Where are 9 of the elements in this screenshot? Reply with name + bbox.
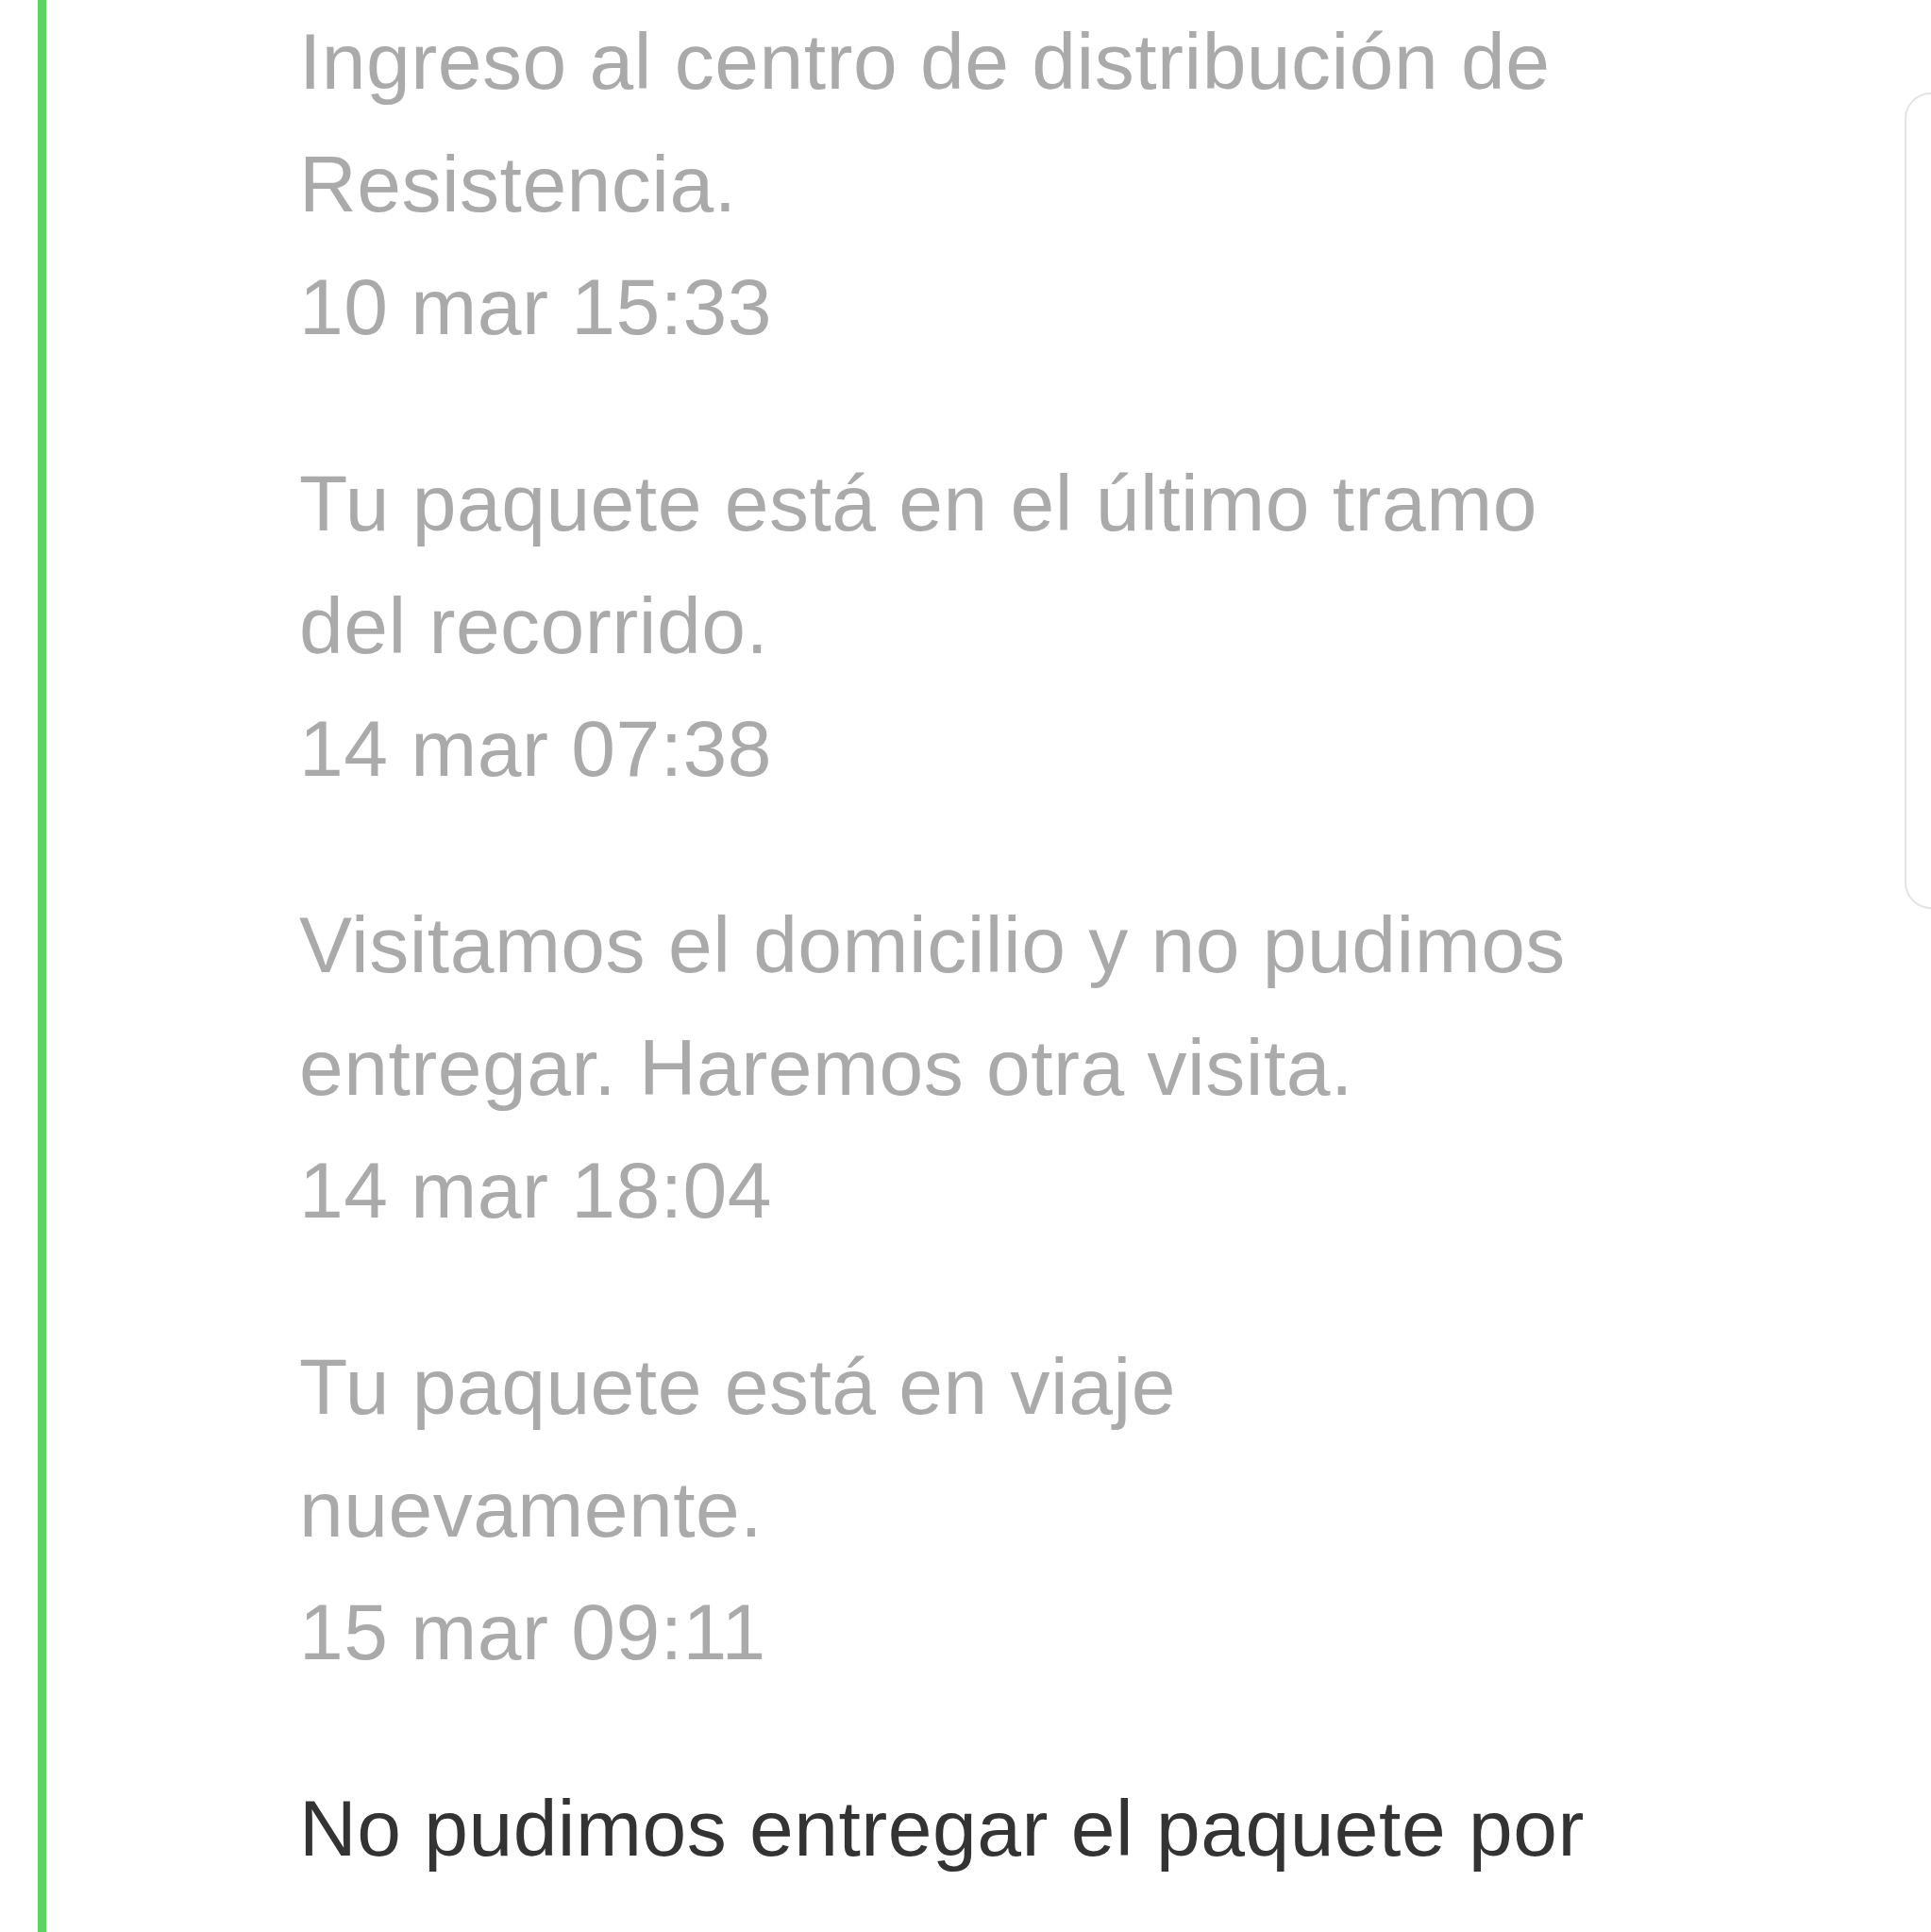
event-description: Visitamos el domicilio y no pudimos entregar. Haremos otra visita. (299, 899, 1567, 1114)
event-time: 14 mar 18:04 (299, 1145, 773, 1236)
event-time: 10 mar 15:33 (299, 261, 773, 353)
event-time: 14 mar 07:38 (299, 703, 773, 795)
event-description: No pudimos entregar el paquete por (299, 1783, 1586, 1874)
event-description: Ingreso al centro de distribución de Resistencia. (299, 16, 1552, 230)
event-description: Tu paquete está en el último tramo del recorrido. (299, 458, 1538, 672)
event-description: Tu paquete está en viaje nuevamente. (299, 1341, 1177, 1555)
event-time: 15 mar 09:11 (299, 1587, 767, 1678)
